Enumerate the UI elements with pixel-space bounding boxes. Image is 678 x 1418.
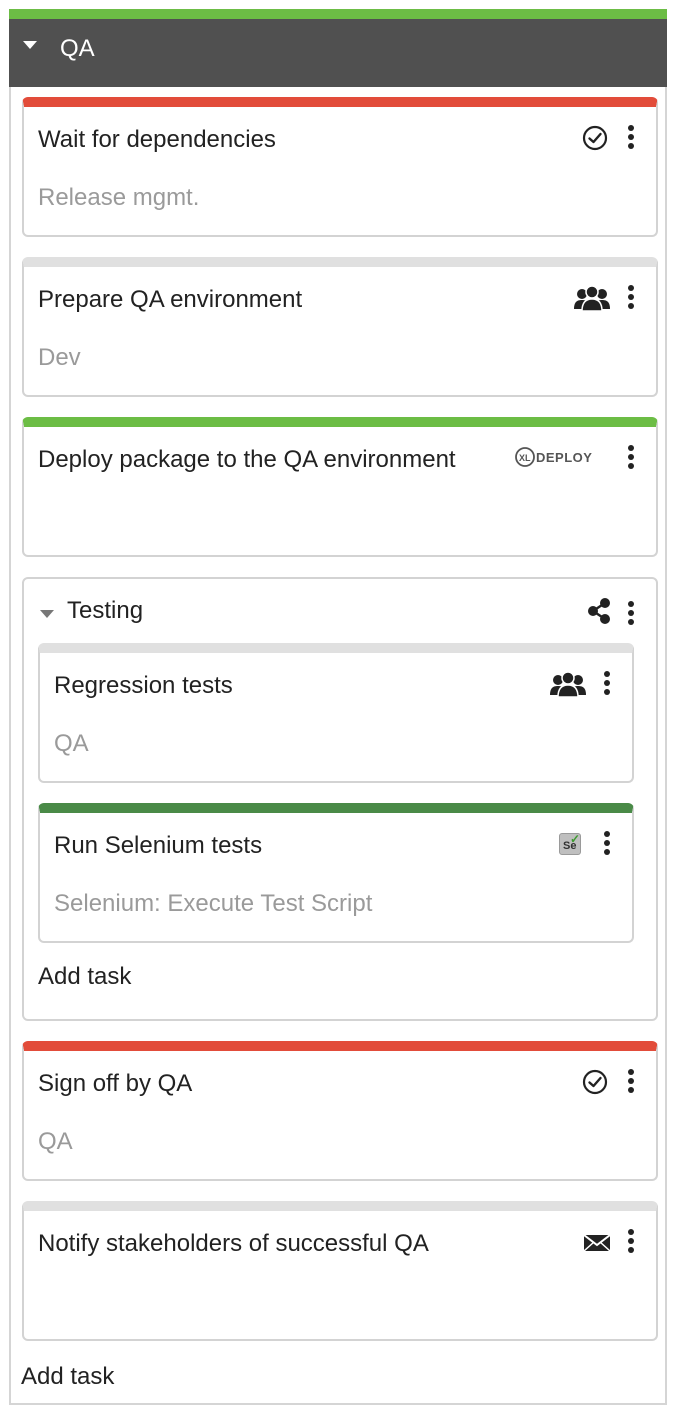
task-owner: QA: [38, 1128, 73, 1155]
group-collapse-caret-icon[interactable]: [40, 610, 54, 618]
group-add-task-link[interactable]: Add task: [38, 961, 131, 993]
task-menu-icon[interactable]: [627, 445, 635, 471]
check-circle-icon: [582, 125, 608, 151]
phase-title: QA: [60, 35, 95, 62]
task-title: Prepare QA environment: [38, 286, 303, 313]
phase-header[interactable]: QA: [9, 9, 667, 87]
task-owner: Selenium: Execute Test Script: [54, 890, 373, 917]
add-task-link[interactable]: Add task: [21, 1361, 114, 1393]
task-menu-icon[interactable]: [603, 671, 611, 697]
xl-badge-text: XL: [519, 453, 531, 463]
task-title: Wait for dependencies: [38, 126, 276, 153]
task-owner: Release mgmt.: [38, 184, 200, 211]
task-card[interactable]: Prepare QA environment Dev: [22, 257, 658, 397]
task-title: Run Selenium tests: [54, 832, 263, 859]
task-title: Sign off by QA: [38, 1070, 193, 1097]
task-card[interactable]: Sign off by QA QA: [22, 1041, 658, 1181]
selenium-icon: Se ✓: [559, 832, 581, 855]
phase-column-qa: QA Wait for dependencies Release mgmt. P…: [9, 9, 667, 1405]
team-icon: [550, 671, 586, 697]
xl-deploy-logo: XL DEPLOY: [514, 445, 594, 471]
task-menu-icon[interactable]: [627, 1069, 635, 1095]
task-title: Regression tests: [54, 672, 233, 699]
group-menu-icon[interactable]: [627, 601, 635, 627]
task-menu-icon[interactable]: [627, 285, 635, 311]
task-menu-icon[interactable]: [627, 1229, 635, 1255]
group-title: Testing: [67, 597, 144, 624]
task-menu-icon[interactable]: [627, 125, 635, 151]
share-icon: [588, 598, 610, 624]
task-title: Notify stakeholders of successful QA: [38, 1230, 429, 1257]
task-card[interactable]: Notify stakeholders of successful QA: [22, 1201, 658, 1341]
task-owner: QA: [54, 730, 89, 757]
selenium-check-icon: ✓: [570, 832, 581, 846]
task-card[interactable]: Wait for dependencies Release mgmt.: [22, 97, 658, 237]
subtask-card[interactable]: Regression tests QA: [38, 643, 634, 783]
team-icon: [574, 285, 610, 311]
task-menu-icon[interactable]: [603, 831, 611, 857]
task-title: Deploy package to the QA environment: [38, 446, 456, 473]
task-owner: Dev: [38, 344, 81, 371]
subtask-card[interactable]: Run Selenium tests Selenium: Execute Tes…: [38, 803, 634, 943]
collapse-caret-icon[interactable]: [23, 41, 37, 49]
task-group-testing[interactable]: Testing Regression tests QA Run Selenium…: [22, 577, 658, 1021]
task-card[interactable]: Deploy package to the QA environment XL …: [22, 417, 658, 557]
deploy-logo-text: DEPLOY: [536, 450, 593, 465]
check-circle-icon: [582, 1069, 608, 1095]
envelope-icon: [584, 1234, 610, 1252]
